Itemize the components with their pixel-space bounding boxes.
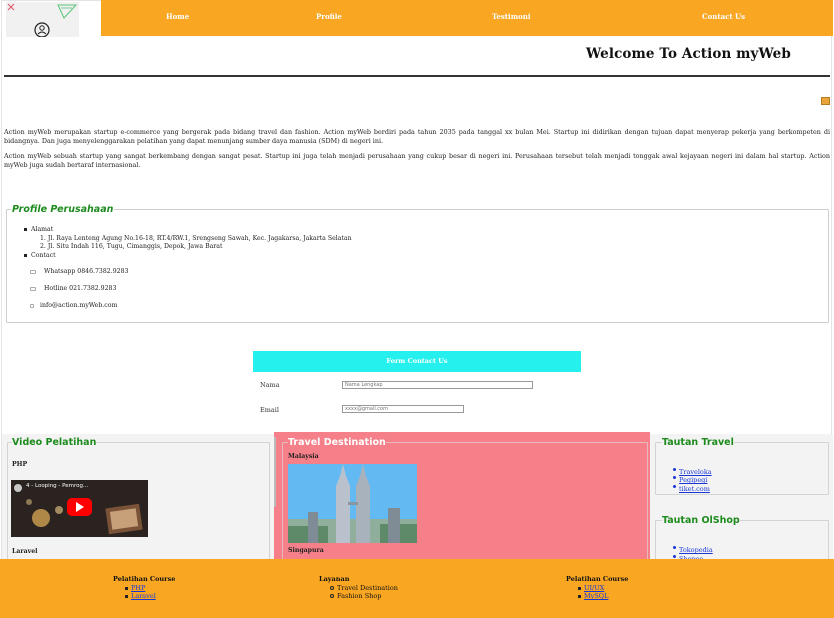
intro-paragraph-2: Action myWeb sebuah startup yang sangat … — [4, 152, 830, 169]
footer-col2-item-1: Travel Destination — [330, 584, 398, 592]
footer-php-link[interactable]: PHP — [131, 584, 145, 592]
footer-mysql-link[interactable]: MySQL — [584, 592, 608, 600]
welcome-heading: Welcome To Action myWeb — [586, 46, 791, 62]
site-logo[interactable] — [6, 2, 79, 37]
bullet-icon — [24, 228, 27, 231]
bullet-icon — [578, 594, 581, 598]
mail-icon — [30, 303, 34, 308]
footer-col2-title: Layanan — [319, 575, 350, 583]
alamat-label: Alamat — [31, 226, 54, 233]
footer-uiux-link[interactable]: UI/UX — [584, 584, 604, 592]
form-header: Form Contact Us — [253, 351, 581, 372]
petronas-towers-graphic — [288, 464, 417, 543]
bullet-icon — [330, 594, 334, 598]
contact-hotline: Hotline 021.7382.9283 — [30, 285, 116, 292]
tautan-travel-legend: Tautan Travel — [662, 437, 734, 448]
phone-icon — [30, 269, 36, 274]
intro-paragraph-1: Action myWeb merupakan startup e-commerc… — [4, 128, 830, 145]
scroll-top-icon[interactable] — [821, 97, 830, 111]
alamat-line-2: 2. Jl. Situ Indah 116, Tugu, Cimanggis, … — [40, 243, 223, 250]
bullet-icon — [330, 586, 334, 590]
hotline-text: Hotline 021.7382.9283 — [44, 285, 117, 292]
bullet-icon — [673, 485, 676, 488]
travel-singapura-title: Singapura — [288, 547, 324, 554]
contact-label: Contact — [31, 252, 56, 259]
travel-legend: Travel Destination — [288, 437, 386, 448]
footer-col2-item-2: Fashion Shop — [330, 592, 381, 600]
footer-col1-title: Pelatihan Course — [113, 575, 176, 583]
profile-fieldset — [6, 209, 829, 323]
bullet-icon — [673, 555, 676, 558]
contact-item: Contact — [24, 252, 56, 259]
footer-col3-item-1[interactable]: UI/UX — [578, 584, 604, 592]
video-legend: Video Pelatihan — [12, 437, 97, 448]
bullet-icon — [24, 254, 27, 257]
email-text: info@action.myWeb.com — [40, 302, 118, 309]
malaysia-photo — [288, 464, 417, 543]
tautan-olshop-legend: Tautan OlShop — [662, 515, 740, 526]
bullet-icon — [578, 586, 581, 590]
video-thumb-title: 4 - Looping - Pemrog... — [26, 483, 89, 489]
nama-input[interactable] — [342, 381, 533, 389]
alamat-text-1: Jl. Raya Lenteng Agung No.16-18, RT.4/RW… — [47, 235, 352, 242]
logo-graphic — [6, 2, 79, 37]
bullet-icon — [125, 594, 128, 598]
nav-home-link[interactable]: Home — [166, 12, 189, 21]
footer-col3-item-2[interactable]: MySQL — [578, 592, 608, 600]
footer-laravel-link[interactable]: Laravel — [131, 592, 156, 600]
video-laravel-title: Laravel — [12, 548, 38, 555]
email-input[interactable] — [342, 405, 464, 413]
video-php-title: PHP — [12, 461, 28, 468]
header-divider — [4, 75, 830, 77]
footer-col3-title: Pelatihan Course — [566, 575, 629, 583]
bullet-icon — [125, 586, 128, 590]
panel-scrollbar[interactable] — [274, 437, 276, 507]
footer-travel-text: Travel Destination — [337, 584, 398, 592]
nav-contact-link[interactable]: Contact Us — [702, 12, 745, 21]
video-thumbnail[interactable]: 4 - Looping - Pemrog... — [11, 480, 148, 537]
alamat-line-1: 1. Jl. Raya Lenteng Agung No.16-18, RT.4… — [40, 235, 352, 242]
contact-email: info@action.myWeb.com — [30, 302, 117, 309]
tiketcom-link[interactable]: tiket.com — [679, 485, 710, 493]
alamat-item: Alamat — [24, 226, 53, 233]
nav-profile-link[interactable]: Profile — [316, 12, 342, 21]
email-label: Email — [260, 406, 279, 414]
tautan-travel-item-3[interactable]: tiket.com — [673, 476, 710, 495]
alamat-text-2: Jl. Situ Indah 116, Tugu, Cimanggis, Dep… — [47, 243, 223, 250]
phone-icon — [30, 286, 36, 291]
nama-label: Nama — [260, 381, 280, 389]
travel-malaysia-title: Malaysia — [288, 453, 319, 460]
contact-whatsapp: Whatsapp 0846.7382.9283 — [30, 268, 128, 275]
footer-fashion-text: Fashion Shop — [337, 592, 382, 600]
footer-col1-item-2[interactable]: Laravel — [125, 592, 156, 600]
profile-legend: Profile Perusahaan — [11, 204, 115, 215]
nav-testimoni-link[interactable]: Testimoni — [492, 12, 531, 21]
whatsapp-text: Whatsapp 0846.7382.9283 — [44, 268, 129, 275]
footer-col1-item-1[interactable]: PHP — [125, 584, 145, 592]
